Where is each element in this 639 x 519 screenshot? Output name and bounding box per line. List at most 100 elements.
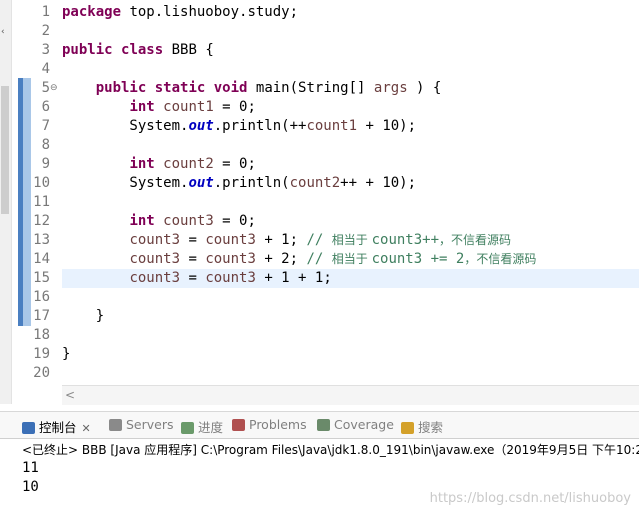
- line-number: 16: [33, 289, 50, 305]
- code-token: 相当于: [331, 233, 372, 247]
- code-token: + 2;: [255, 251, 307, 267]
- tab-label: Servers: [126, 417, 174, 432]
- code-token: ++ + 10);: [340, 175, 417, 191]
- tab-search[interactable]: 搜索: [401, 417, 443, 436]
- code-token: package: [62, 4, 122, 20]
- code-token: out: [188, 175, 214, 191]
- line-number: 19: [33, 346, 50, 362]
- code-token: ，不信看源码: [464, 252, 537, 266]
- code-token: + 10);: [357, 118, 417, 134]
- code-token: int: [129, 156, 155, 172]
- code-token: //: [306, 232, 332, 248]
- fold-toggle-icon[interactable]: ⊖: [50, 79, 58, 98]
- line-number: 20: [33, 365, 50, 381]
- line-number: 5: [41, 80, 50, 96]
- code-token: count1: [306, 118, 358, 134]
- tab-label: 进度: [198, 420, 224, 435]
- code-line[interactable]: package top.lishuoboy.study;: [62, 3, 298, 22]
- tab-label: Problems: [249, 417, 307, 432]
- line-number: 10: [33, 175, 50, 191]
- code-token: out: [188, 118, 214, 134]
- code-token: count3: [205, 270, 256, 286]
- code-editor[interactable]: 1 package top.lishuoboy.study; 2 3 public cl…: [0, 0, 639, 385]
- code-token: count3: [129, 251, 181, 267]
- line-number: 18: [33, 327, 50, 343]
- line-number: 8: [41, 137, 50, 153]
- problems-icon: [232, 419, 245, 431]
- line-number: 4: [41, 61, 50, 77]
- console-output-line: 11: [22, 460, 39, 476]
- line-number: 6: [41, 99, 50, 115]
- line-number: 15: [33, 270, 50, 286]
- code-token: + 1 + 1;: [255, 270, 332, 286]
- coverage-icon: [317, 419, 330, 431]
- code-token: main(String[]: [247, 80, 374, 96]
- code-token: count3 += 2: [371, 251, 465, 267]
- code-line[interactable]: int count2 = 0;: [62, 155, 256, 174]
- console-status-line: <已终止> BBB [Java 应用程序] C:\Program Files\J…: [22, 443, 639, 457]
- code-line[interactable]: System.out.println(++count1 + 10);: [62, 117, 416, 136]
- code-line[interactable]: }: [62, 307, 104, 326]
- code-token: args: [373, 80, 408, 96]
- code-token: count3++: [371, 232, 440, 248]
- code-token: count3: [205, 232, 256, 248]
- tab-problems[interactable]: Problems: [232, 417, 307, 432]
- code-token: count3: [205, 251, 256, 267]
- code-token: = 0;: [213, 99, 256, 115]
- horizontal-scrollbar[interactable]: <: [62, 385, 639, 405]
- code-token: static: [154, 80, 206, 96]
- code-line[interactable]: System.out.println(count2++ + 10);: [62, 174, 416, 193]
- tab-servers[interactable]: Servers: [109, 417, 174, 432]
- servers-icon: [109, 419, 122, 431]
- line-number: 11: [33, 194, 50, 210]
- tab-coverage[interactable]: Coverage: [317, 417, 394, 432]
- code-token: count1: [163, 99, 214, 115]
- code-line[interactable]: public class BBB {: [62, 41, 214, 60]
- code-token: BBB {: [163, 42, 214, 58]
- code-line[interactable]: int count1 = 0;: [62, 98, 256, 117]
- code-token: public: [95, 80, 147, 96]
- line-number: 1: [41, 4, 50, 20]
- console-tab-bar: 控制台 ✕ Servers 进度 Problems Coverage 搜索: [0, 411, 639, 439]
- code-token: =: [180, 232, 206, 248]
- code-line[interactable]: count3 = count3 + 2; // 相当于 count3 += 2，…: [62, 250, 536, 269]
- tab-label: 搜索: [418, 420, 444, 435]
- tab-progress[interactable]: 进度: [181, 417, 223, 436]
- code-token: count2: [163, 156, 214, 172]
- code-line[interactable]: }: [62, 345, 70, 364]
- tab-console[interactable]: 控制台 ✕: [22, 417, 91, 436]
- code-token: .println(++: [213, 118, 307, 134]
- code-line[interactable]: int count3 = 0;: [62, 212, 255, 231]
- code-token: = 0;: [213, 156, 256, 172]
- code-token: class: [121, 42, 164, 58]
- code-token: .println(: [213, 175, 290, 191]
- code-token: System.: [62, 175, 189, 191]
- line-number: 3: [41, 42, 50, 58]
- console-icon: [22, 422, 35, 434]
- line-number: 13: [33, 232, 50, 248]
- code-line[interactable]: count3 = count3 + 1 + 1;: [62, 269, 332, 288]
- code-line[interactable]: public static void main(String[] args ) …: [62, 79, 442, 98]
- code-line[interactable]: count3 = count3 + 1; // 相当于 count3++，不信看…: [62, 231, 511, 250]
- code-token: public: [62, 42, 113, 58]
- line-number: 7: [41, 118, 50, 134]
- code-token: ) {: [407, 80, 442, 96]
- tab-label: 控制台: [39, 420, 77, 435]
- code-token: count3: [129, 270, 181, 286]
- scroll-left-icon[interactable]: <: [65, 388, 75, 402]
- code-token: }: [62, 346, 71, 362]
- code-token: + 1;: [255, 232, 307, 248]
- watermark: https://blog.csdn.net/lishuoboy: [429, 491, 631, 506]
- tab-label: Coverage: [334, 417, 394, 432]
- close-icon[interactable]: ✕: [82, 422, 91, 435]
- code-token: 相当于: [331, 252, 372, 266]
